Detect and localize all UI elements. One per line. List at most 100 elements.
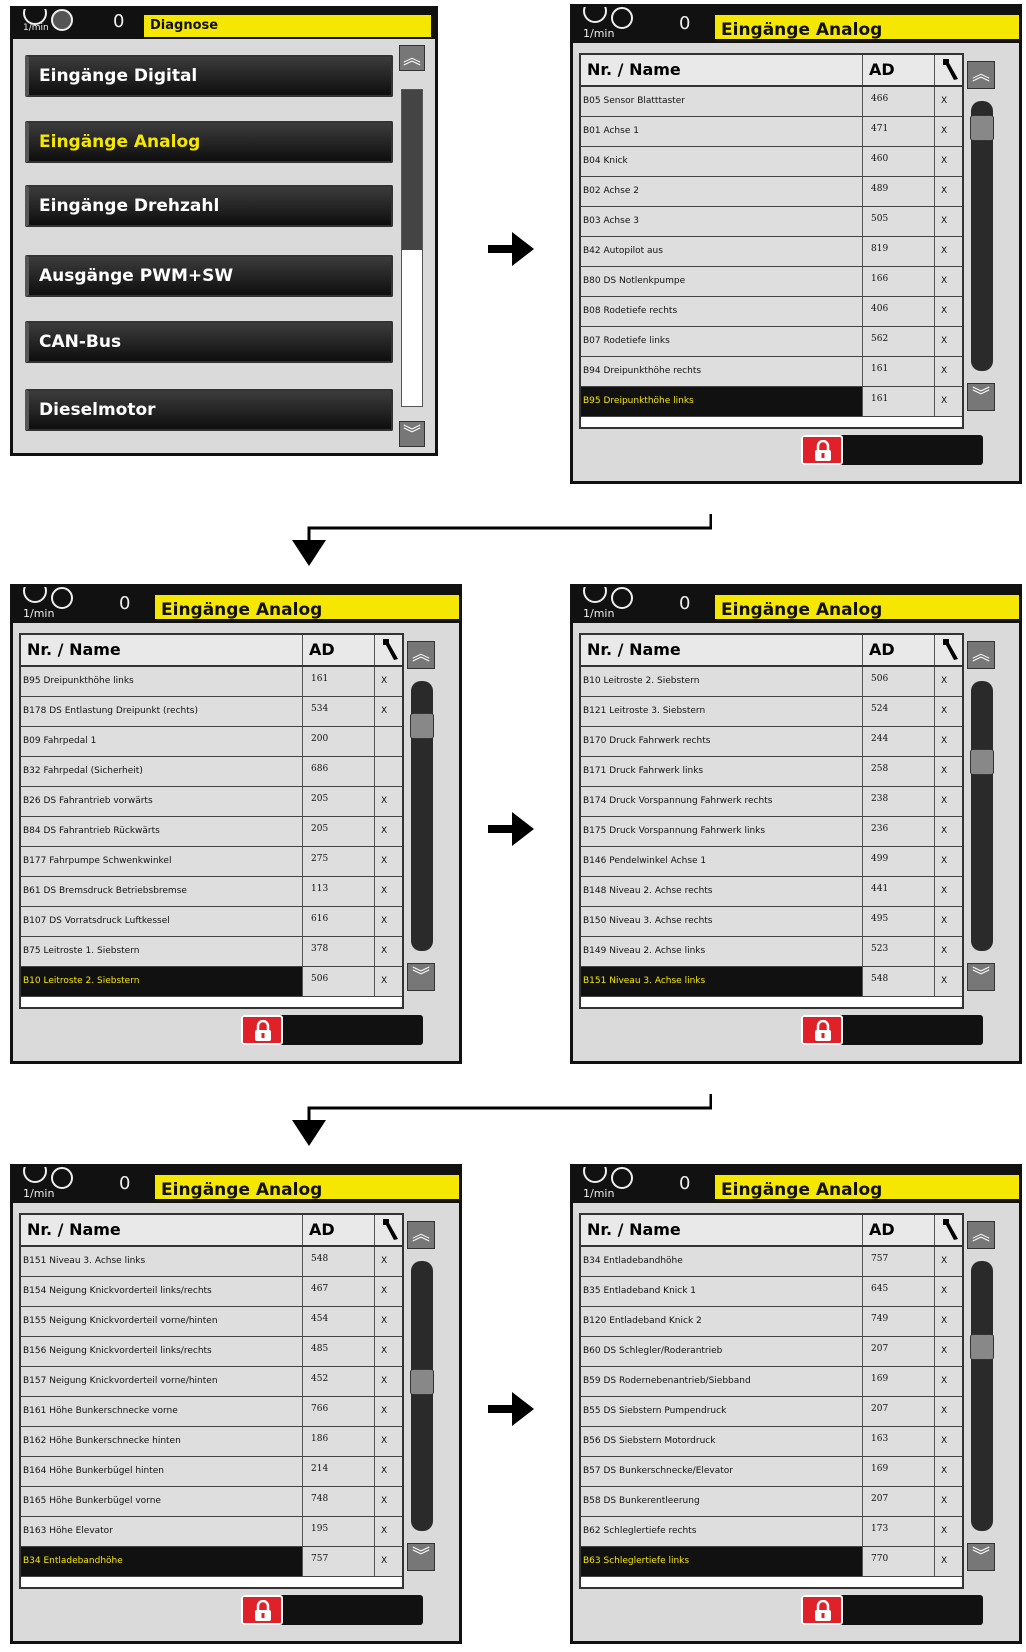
table-row[interactable]: B174 Druck Vorspannung Fahrwerk rechts 2…	[581, 787, 962, 817]
table-row[interactable]: B154 Neigung Knickvorderteil links/recht…	[21, 1277, 402, 1307]
table-row[interactable]: B62 Schleglertiefe rechts 173 X	[581, 1517, 962, 1547]
menu-item-can-bus[interactable]: CAN-Bus	[25, 321, 393, 363]
table-row[interactable]: B178 DS Entlastung Dreipunkt (rechts) 53…	[21, 697, 402, 727]
table-row[interactable]: B59 DS Rodernebenantrieb/Siebband 169 X	[581, 1367, 962, 1397]
scroll-down-button[interactable]: ︾	[967, 963, 995, 991]
scroll-thumb[interactable]	[970, 749, 994, 775]
menu-item-eingaenge-digital[interactable]: Eingänge Digital	[25, 55, 393, 97]
table-row[interactable]: B61 DS Bremsdruck Betriebsbremse 113 X	[21, 877, 402, 907]
table-scrollbar[interactable]: ︽ ︾	[967, 61, 997, 411]
table-row[interactable]: B121 Leitroste 3. Siebstern 524 X	[581, 697, 962, 727]
table-row[interactable]: B161 Höhe Bunkerschnecke vorne 766 X	[21, 1397, 402, 1427]
table-row[interactable]: B95 Dreipunkthöhe links 161 X	[581, 387, 962, 417]
table-scrollbar[interactable]: ︽ ︾	[407, 1221, 437, 1571]
table-row[interactable]: B164 Höhe Bunkerbügel hinten 214 X	[21, 1457, 402, 1487]
table-row[interactable]: B05 Sensor Blatttaster 466 X	[581, 87, 962, 117]
scroll-track[interactable]	[971, 681, 993, 951]
table-row[interactable]: B10 Leitroste 2. Siebstern 506 X	[21, 967, 402, 997]
table-row[interactable]: B148 Niveau 2. Achse rechts 441 X	[581, 877, 962, 907]
table-row[interactable]: B94 Dreipunkthöhe rechts 161 X	[581, 357, 962, 387]
menu-scrollbar[interactable]: ︽ ︾	[399, 45, 427, 451]
scroll-up-button[interactable]: ︽	[407, 641, 435, 669]
lock-button[interactable]	[801, 1595, 843, 1625]
table-row[interactable]: B170 Druck Fahrwerk rechts 244 X	[581, 727, 962, 757]
scroll-down-button[interactable]: ︾	[407, 963, 435, 991]
table-row[interactable]: B75 Leitroste 1. Siebstern 378 X	[21, 937, 402, 967]
lock-button[interactable]	[801, 1015, 843, 1045]
table-row[interactable]: B35 Entladeband Knick 1 645 X	[581, 1277, 962, 1307]
table-row[interactable]: B155 Neigung Knickvorderteil vorne/hinte…	[21, 1307, 402, 1337]
input-name: B61 DS Bremsdruck Betriebsbremse	[21, 877, 303, 906]
scroll-track[interactable]	[971, 1261, 993, 1531]
table-row[interactable]: B55 DS Siebstern Pumpendruck 207 X	[581, 1397, 962, 1427]
scroll-down-button[interactable]: ︾	[967, 1543, 995, 1571]
menu-item-eingaenge-analog[interactable]: Eingänge Analog	[25, 121, 393, 163]
table-row[interactable]: B10 Leitroste 2. Siebstern 506 X	[581, 667, 962, 697]
table-row[interactable]: B42 Autopilot aus 819 X	[581, 237, 962, 267]
scroll-up-button[interactable]: ︽	[967, 641, 995, 669]
scroll-track[interactable]	[971, 101, 993, 371]
table-row[interactable]: B09 Fahrpedal 1 200	[21, 727, 402, 757]
scroll-thumb[interactable]	[410, 1369, 434, 1395]
table-row[interactable]: B146 Pendelwinkel Achse 1 499 X	[581, 847, 962, 877]
table-row[interactable]: B34 Entladebandhöhe 757 X	[581, 1247, 962, 1277]
table-scrollbar[interactable]: ︽ ︾	[967, 1221, 997, 1571]
table-row[interactable]: B150 Niveau 3. Achse rechts 495 X	[581, 907, 962, 937]
scroll-thumb[interactable]	[410, 713, 434, 739]
scroll-up-button[interactable]: ︽	[967, 61, 995, 89]
table-row[interactable]: B01 Achse 1 471 X	[581, 117, 962, 147]
table-row[interactable]: B63 Schleglertiefe links 770 X	[581, 1547, 962, 1577]
table-row[interactable]: B163 Höhe Elevator 195 X	[21, 1517, 402, 1547]
gauge-icons: 1/min	[19, 1167, 89, 1201]
scroll-up-button[interactable]: ︽	[399, 45, 425, 71]
analog-inputs-screen: 1/min 0 Eingänge Analog Nr. / Name AD B1…	[10, 1164, 462, 1644]
service-mark: X	[941, 856, 948, 866]
table-row[interactable]: B151 Niveau 3. Achse links 548 X	[581, 967, 962, 997]
lock-button[interactable]	[801, 435, 843, 465]
table-row[interactable]: B03 Achse 3 505 X	[581, 207, 962, 237]
table-row[interactable]: B165 Höhe Bunkerbügel vorne 748 X	[21, 1487, 402, 1517]
scroll-thumb[interactable]	[970, 1334, 994, 1360]
table-scrollbar[interactable]: ︽ ︾	[967, 641, 997, 991]
scroll-track[interactable]	[401, 89, 423, 407]
table-row[interactable]: B57 DS Bunkerschnecke/Elevator 169 X	[581, 1457, 962, 1487]
menu-item-eingaenge-drehzahl[interactable]: Eingänge Drehzahl	[25, 185, 393, 227]
table-row[interactable]: B56 DS Siebstern Motordruck 163 X	[581, 1427, 962, 1457]
table-row[interactable]: B107 DS Vorratsdruck Luftkessel 616 X	[21, 907, 402, 937]
table-row[interactable]: B95 Dreipunkthöhe links 161 X	[21, 667, 402, 697]
table-row[interactable]: B175 Druck Vorspannung Fahrwerk links 23…	[581, 817, 962, 847]
scroll-up-button[interactable]: ︽	[407, 1221, 435, 1249]
table-row[interactable]: B120 Entladeband Knick 2 749 X	[581, 1307, 962, 1337]
table-row[interactable]: B177 Fahrpumpe Schwenkwinkel 275 X	[21, 847, 402, 877]
table-row[interactable]: B60 DS Schlegler/Roderantrieb 207 X	[581, 1337, 962, 1367]
table-row[interactable]: B157 Neigung Knickvorderteil vorne/hinte…	[21, 1367, 402, 1397]
menu-item-dieselmotor[interactable]: Dieselmotor	[25, 389, 393, 431]
table-row[interactable]: B34 Entladebandhöhe 757 X	[21, 1547, 402, 1577]
scroll-thumb[interactable]	[402, 90, 422, 250]
table-row[interactable]: B26 DS Fahrantrieb vorwärts 205 X	[21, 787, 402, 817]
menu-item-ausgaenge-pwm-sw[interactable]: Ausgänge PWM+SW	[25, 255, 393, 297]
table-row[interactable]: B32 Fahrpedal (Sicherheit) 686	[21, 757, 402, 787]
scroll-down-button[interactable]: ︾	[967, 383, 995, 411]
scroll-down-button[interactable]: ︾	[407, 1543, 435, 1571]
scroll-thumb[interactable]	[970, 115, 994, 141]
table-scrollbar[interactable]: ︽ ︾	[407, 641, 437, 991]
lock-button[interactable]	[241, 1595, 283, 1625]
lock-button[interactable]	[241, 1015, 283, 1045]
table-row[interactable]: B80 DS Notlenkpumpe 166 X	[581, 267, 962, 297]
secondary-gauge-icon	[611, 1167, 633, 1189]
table-row[interactable]: B151 Niveau 3. Achse links 548 X	[21, 1247, 402, 1277]
table-row[interactable]: B07 Rodetiefe links 562 X	[581, 327, 962, 357]
table-row[interactable]: B156 Neigung Knickvorderteil links/recht…	[21, 1337, 402, 1367]
table-row[interactable]: B84 DS Fahrantrieb Rückwärts 205 X	[21, 817, 402, 847]
table-row[interactable]: B171 Druck Fahrwerk links 258 X	[581, 757, 962, 787]
table-row[interactable]: B04 Knick 460 X	[581, 147, 962, 177]
table-row[interactable]: B08 Rodetiefe rechts 406 X	[581, 297, 962, 327]
scroll-down-button[interactable]: ︾	[399, 421, 425, 447]
table-row[interactable]: B162 Höhe Bunkerschnecke hinten 186 X	[21, 1427, 402, 1457]
scroll-up-button[interactable]: ︽	[967, 1221, 995, 1249]
table-row[interactable]: B02 Achse 2 489 X	[581, 177, 962, 207]
table-row[interactable]: B149 Niveau 2. Achse links 523 X	[581, 937, 962, 967]
scroll-track[interactable]	[411, 1261, 433, 1531]
table-row[interactable]: B58 DS Bunkerentleerung 207 X	[581, 1487, 962, 1517]
